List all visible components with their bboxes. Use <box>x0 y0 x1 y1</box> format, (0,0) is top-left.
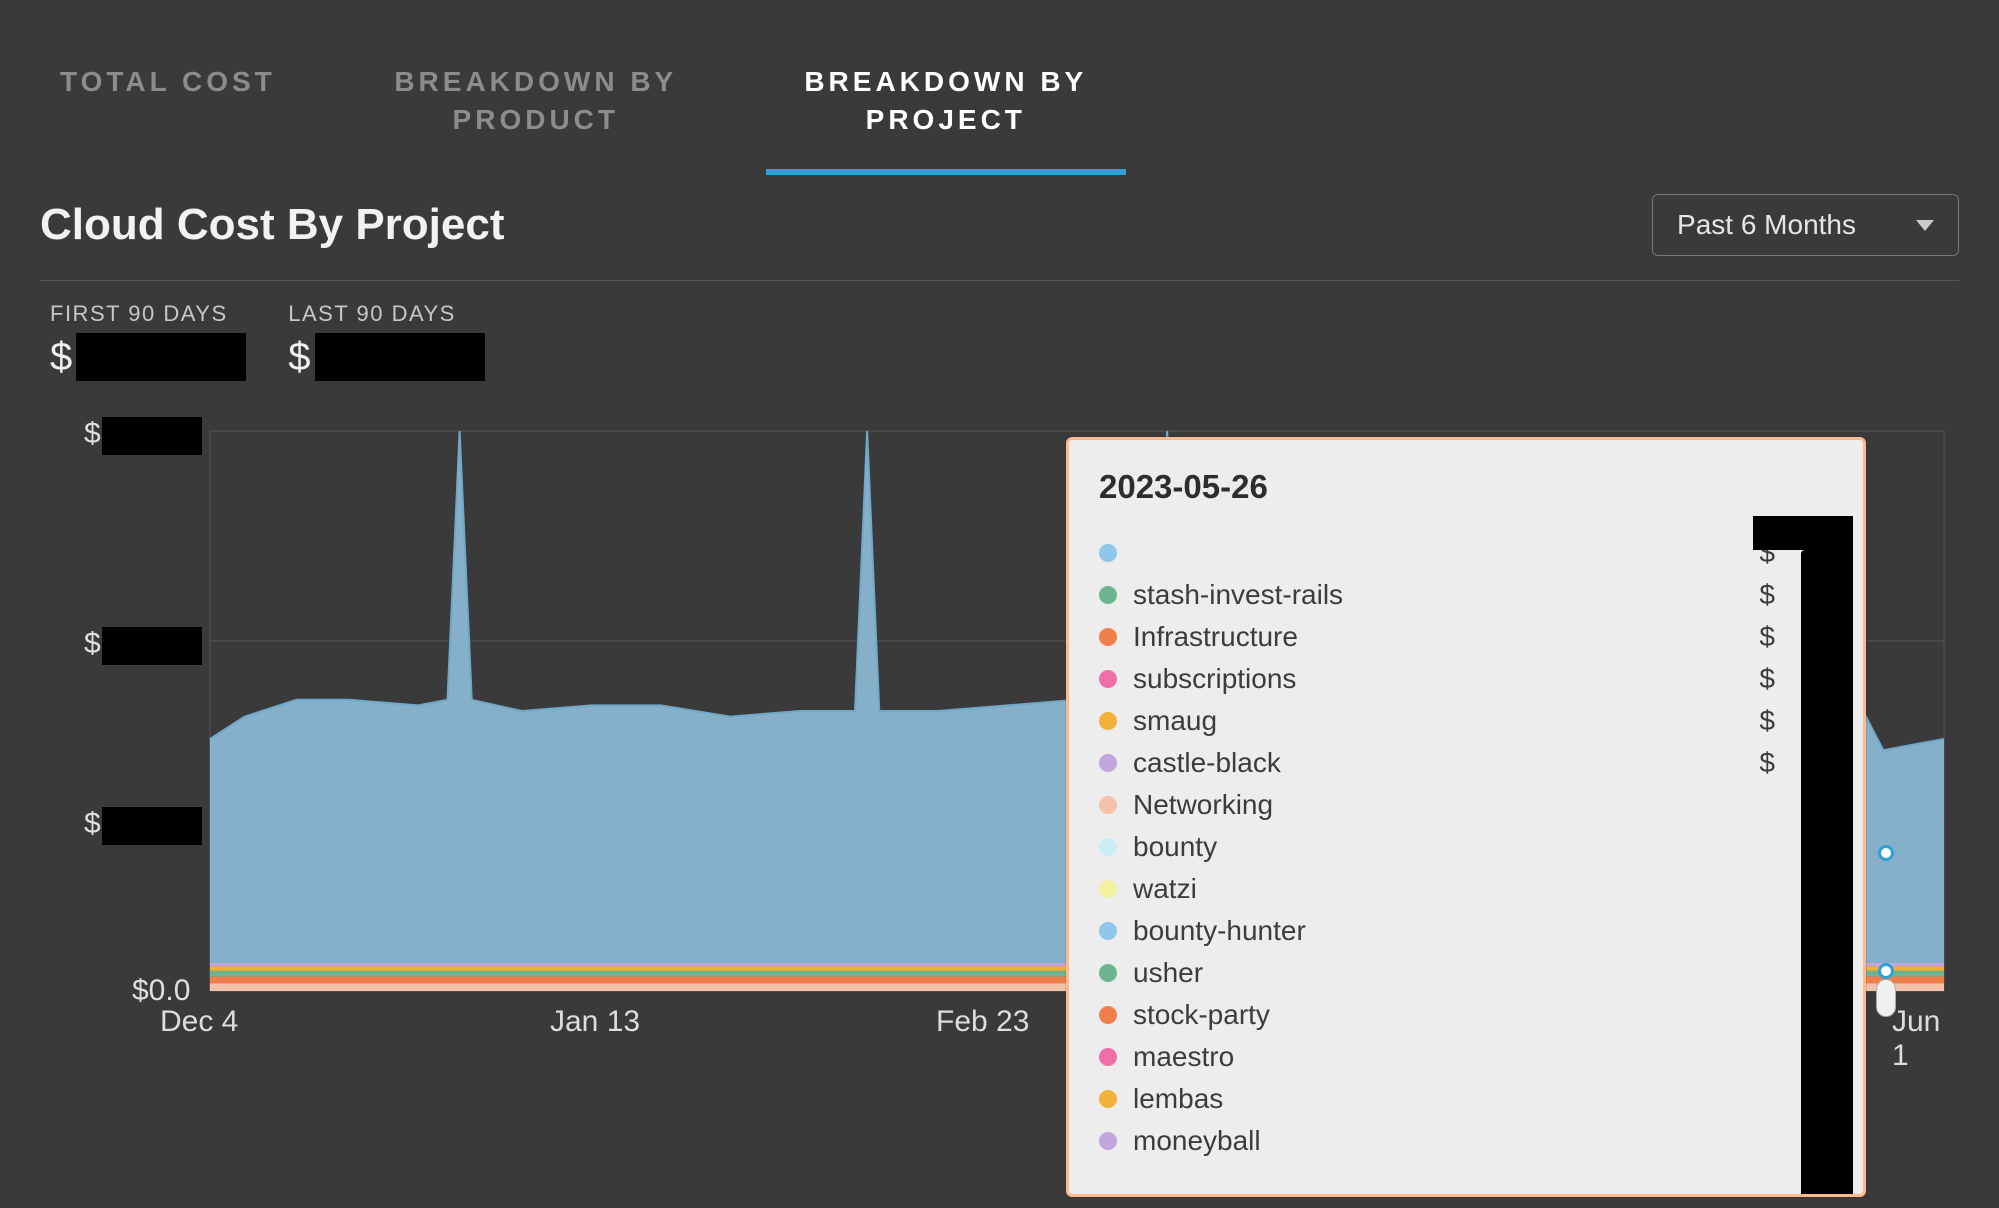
chevron-down-icon <box>1916 220 1934 231</box>
currency-symbol: $ <box>50 335 72 380</box>
range-slider-handle[interactable] <box>1876 979 1896 1017</box>
redacted-value <box>76 333 246 381</box>
tooltip-row: watzi <box>1099 868 1833 910</box>
redacted-y-tick <box>102 807 202 845</box>
series-swatch-icon <box>1099 964 1117 982</box>
tooltip-row: stash-invest-rails$ <box>1099 574 1833 616</box>
header-row: Cloud Cost By Project Past 6 Months <box>40 194 1959 281</box>
series-name: castle-black <box>1133 747 1759 779</box>
page-title: Cloud Cost By Project <box>40 200 505 250</box>
series-swatch-icon <box>1099 712 1117 730</box>
series-swatch-icon <box>1099 628 1117 646</box>
series-swatch-icon <box>1099 796 1117 814</box>
series-name: Networking <box>1133 789 1775 821</box>
currency-symbol: $ <box>288 335 310 380</box>
tooltip-row: stock-party <box>1099 994 1833 1036</box>
series-value: $ <box>1759 663 1775 695</box>
tabs: TOTAL COST BREAKDOWN BY PRODUCT BREAKDOW… <box>40 30 1959 150</box>
tab-breakdown-project[interactable]: BREAKDOWN BY PROJECT <box>786 5 1106 174</box>
tooltip-row: lembas <box>1099 1078 1833 1120</box>
tab-label: BREAKDOWN BY PRODUCT <box>394 66 677 135</box>
tab-total-cost[interactable]: TOTAL COST <box>50 43 286 137</box>
series-swatch-icon <box>1099 1090 1117 1108</box>
tooltip-date: 2023-05-26 <box>1099 468 1833 506</box>
series-swatch-icon <box>1099 838 1117 856</box>
tab-label: TOTAL COST <box>60 66 276 97</box>
tooltip-row: bounty <box>1099 826 1833 868</box>
tooltip-row: maestro <box>1099 1036 1833 1078</box>
series-name: usher <box>1133 957 1775 989</box>
series-swatch-icon <box>1099 670 1117 688</box>
tooltip-row: $ <box>1099 532 1833 574</box>
series-swatch-icon <box>1099 754 1117 772</box>
series-name: Infrastructure <box>1133 621 1759 653</box>
y-tick-dollar: $ <box>84 627 101 661</box>
summary-label: LAST 90 DAYS <box>288 301 484 327</box>
x-tick: Jan 13 <box>550 1005 640 1039</box>
tab-label: BREAKDOWN BY PROJECT <box>804 66 1087 135</box>
redacted-value <box>315 333 485 381</box>
y-tick-dollar: $ <box>84 807 101 841</box>
redacted-y-tick <box>102 627 202 665</box>
series-name: maestro <box>1133 1041 1775 1073</box>
series-swatch-icon <box>1099 1006 1117 1024</box>
tooltip-row: moneyball <box>1099 1120 1833 1162</box>
series-name: stash-invest-rails <box>1133 579 1759 611</box>
series-value: $ <box>1759 621 1775 653</box>
summary-label: FIRST 90 DAYS <box>50 301 246 327</box>
series-name: bounty <box>1133 831 1775 863</box>
chart-area[interactable]: $ $ $ $0.0 Dec 4 Jan 13 Feb 23 Jun 1 202… <box>40 401 1959 1061</box>
series-swatch-icon <box>1099 880 1117 898</box>
series-swatch-icon <box>1099 922 1117 940</box>
series-name: watzi <box>1133 873 1775 905</box>
series-swatch-icon <box>1099 586 1117 604</box>
x-tick: Dec 4 <box>160 1005 238 1039</box>
series-swatch-icon <box>1099 1048 1117 1066</box>
tooltip-row: smaug$ <box>1099 700 1833 742</box>
summary-last-90: LAST 90 DAYS $ <box>288 301 484 381</box>
app-root: TOTAL COST BREAKDOWN BY PRODUCT BREAKDOW… <box>0 0 1999 1208</box>
series-name: stock-party <box>1133 999 1775 1031</box>
tab-breakdown-product[interactable]: BREAKDOWN BY PRODUCT <box>376 5 696 174</box>
redacted-value-column <box>1801 550 1853 1194</box>
redacted-value <box>1753 516 1853 550</box>
tooltip-row: subscriptions$ <box>1099 658 1833 700</box>
time-range-select[interactable]: Past 6 Months <box>1652 194 1959 256</box>
series-swatch-icon <box>1099 544 1117 562</box>
summary-first-90: FIRST 90 DAYS $ <box>50 301 246 381</box>
redacted-y-tick <box>102 417 202 455</box>
series-swatch-icon <box>1099 1132 1117 1150</box>
tooltip-row: usher <box>1099 952 1833 994</box>
tooltip-row: castle-black$ <box>1099 742 1833 784</box>
summary-row: FIRST 90 DAYS $ LAST 90 DAYS $ <box>40 301 1959 381</box>
hover-marker <box>1878 845 1894 861</box>
series-value: $ <box>1759 747 1775 779</box>
y-tick-dollar: $ <box>84 417 101 451</box>
series-name: subscriptions <box>1133 663 1759 695</box>
x-tick: Jun 1 <box>1892 1005 1959 1073</box>
tooltip-row: Networking <box>1099 784 1833 826</box>
hover-marker <box>1878 963 1894 979</box>
y-tick-zero: $0.0 <box>132 974 190 1008</box>
series-name: bounty-hunter <box>1133 915 1775 947</box>
x-tick: Feb 23 <box>936 1005 1029 1039</box>
series-name: moneyball <box>1133 1125 1775 1157</box>
series-value: $ <box>1759 705 1775 737</box>
series-name: smaug <box>1133 705 1759 737</box>
tooltip-row: Infrastructure$ <box>1099 616 1833 658</box>
series-value: $ <box>1759 579 1775 611</box>
tooltip-row: bounty-hunter <box>1099 910 1833 952</box>
chart-tooltip: 2023-05-26 $stash-invest-rails$Infrastru… <box>1066 437 1866 1197</box>
time-range-value: Past 6 Months <box>1677 209 1856 241</box>
series-name: lembas <box>1133 1083 1775 1115</box>
